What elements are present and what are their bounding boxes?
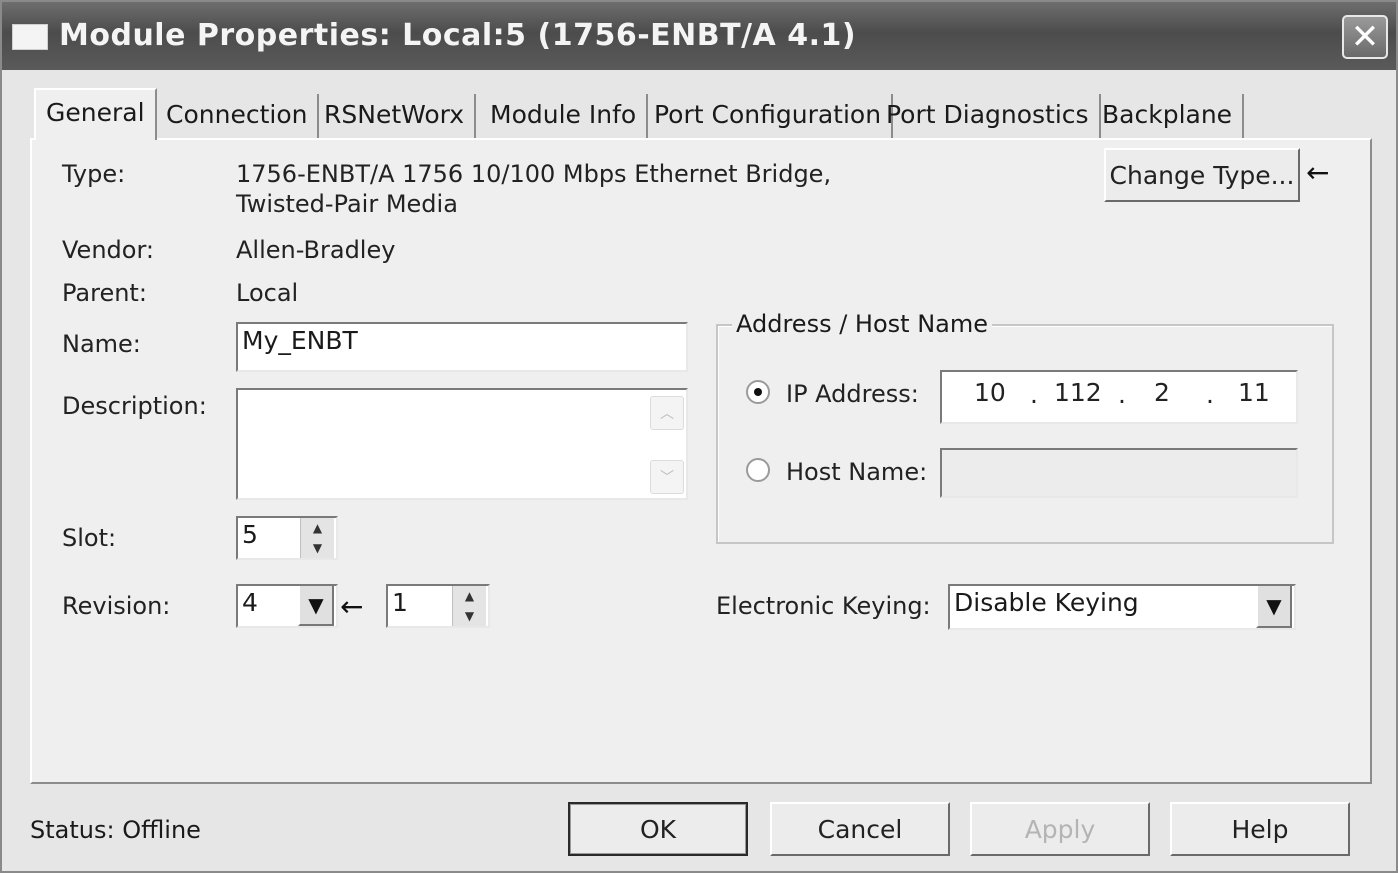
- address-group-title: Address / Host Name: [732, 310, 992, 338]
- vendor-label: Vendor:: [62, 236, 154, 264]
- radio-selected-dot: [754, 388, 762, 396]
- tab-port-configuration[interactable]: Port Configuration: [644, 94, 894, 138]
- keying-dropdown-arrow-icon[interactable]: ▼: [1256, 586, 1292, 628]
- electronic-keying-value: Disable Keying: [954, 588, 1139, 617]
- vendor-value: Allen-Bradley: [236, 236, 396, 264]
- tab-general[interactable]: General: [34, 88, 157, 140]
- revision-arrow-icon: ←: [340, 590, 364, 623]
- ip-octet-4: 11: [1238, 378, 1270, 407]
- host-name-radio[interactable]: [746, 458, 770, 482]
- tab-port-diagnostics[interactable]: Port Diagnostics: [876, 94, 1101, 138]
- ip-octet-2: 112: [1054, 378, 1102, 407]
- ip-dot-2: .: [1118, 380, 1126, 409]
- description-label: Description:: [62, 392, 207, 420]
- module-properties-dialog: Module Properties: Local:5 (1756-ENBT/A …: [0, 0, 1398, 873]
- spin-down-icon[interactable]: ▼: [313, 541, 322, 555]
- slot-value: 5: [242, 520, 258, 549]
- revision-minor-value: 1: [392, 588, 408, 617]
- window-icon: [12, 24, 48, 50]
- ip-address-radio[interactable]: [746, 380, 770, 404]
- host-name-input[interactable]: [940, 448, 1298, 498]
- status-text: Status: Offline: [30, 816, 201, 844]
- address-group: [716, 324, 1334, 544]
- host-name-label: Host Name:: [786, 458, 928, 486]
- title-bar[interactable]: Module Properties: Local:5 (1756-ENBT/A …: [2, 2, 1396, 70]
- close-icon: ✕: [1350, 17, 1380, 57]
- spin-up-icon[interactable]: ▲: [313, 521, 322, 535]
- revision-dropdown-arrow-icon[interactable]: ▼: [298, 586, 334, 626]
- cancel-button[interactable]: Cancel: [770, 802, 950, 856]
- help-button[interactable]: Help: [1170, 802, 1350, 856]
- ip-octet-3: 2: [1154, 378, 1170, 407]
- revision-major-select[interactable]: 4 ▼: [236, 584, 338, 628]
- electronic-keying-label: Electronic Keying:: [716, 592, 931, 620]
- scroll-down-icon[interactable]: ﹀: [650, 460, 684, 494]
- window-title: Module Properties: Local:5 (1756-ENBT/A …: [59, 18, 857, 53]
- apply-button[interactable]: Apply: [970, 802, 1150, 856]
- parent-value: Local: [236, 279, 299, 307]
- change-type-button[interactable]: Change Type...: [1104, 148, 1300, 202]
- type-value-line2: Twisted-Pair Media: [236, 190, 458, 218]
- spin-down-icon[interactable]: ▼: [465, 609, 474, 623]
- change-type-arrow-icon: ←: [1306, 156, 1330, 189]
- ip-address-input[interactable]: 10 . 112 . 2 . 11: [940, 370, 1298, 424]
- revision-minor-stepper[interactable]: 1 ▲ ▼: [386, 584, 490, 628]
- close-button[interactable]: ✕: [1342, 15, 1388, 59]
- revision-minor-spin-buttons[interactable]: ▲ ▼: [452, 586, 486, 626]
- spin-up-icon[interactable]: ▲: [465, 589, 474, 603]
- slot-spin-buttons[interactable]: ▲ ▼: [300, 518, 334, 558]
- tab-backplane[interactable]: Backplane: [1092, 94, 1245, 138]
- slot-stepper[interactable]: 5 ▲ ▼: [236, 516, 338, 560]
- tab-rsnetworx[interactable]: RSNetWorx: [314, 94, 477, 138]
- ip-octet-1: 10: [974, 378, 1006, 407]
- scroll-up-icon[interactable]: ︿: [650, 396, 684, 430]
- name-input-value: My_ENBT: [242, 326, 358, 355]
- slot-label: Slot:: [62, 524, 117, 552]
- type-label: Type:: [62, 160, 126, 188]
- description-textarea[interactable]: ︿ ﹀: [236, 388, 688, 500]
- ok-button[interactable]: OK: [568, 802, 748, 856]
- name-input[interactable]: My_ENBT: [236, 322, 688, 372]
- revision-major-value: 4: [242, 588, 258, 617]
- ip-dot-1: .: [1030, 380, 1038, 409]
- electronic-keying-select[interactable]: Disable Keying ▼: [948, 584, 1296, 630]
- ip-dot-3: .: [1206, 380, 1214, 409]
- revision-label: Revision:: [62, 592, 171, 620]
- parent-label: Parent:: [62, 279, 147, 307]
- name-label: Name:: [62, 330, 141, 358]
- tab-connection[interactable]: Connection: [156, 94, 320, 138]
- ip-address-label: IP Address:: [786, 380, 919, 408]
- type-value-line1: 1756-ENBT/A 1756 10/100 Mbps Ethernet Br…: [236, 160, 832, 188]
- tab-module-info[interactable]: Module Info: [480, 94, 649, 138]
